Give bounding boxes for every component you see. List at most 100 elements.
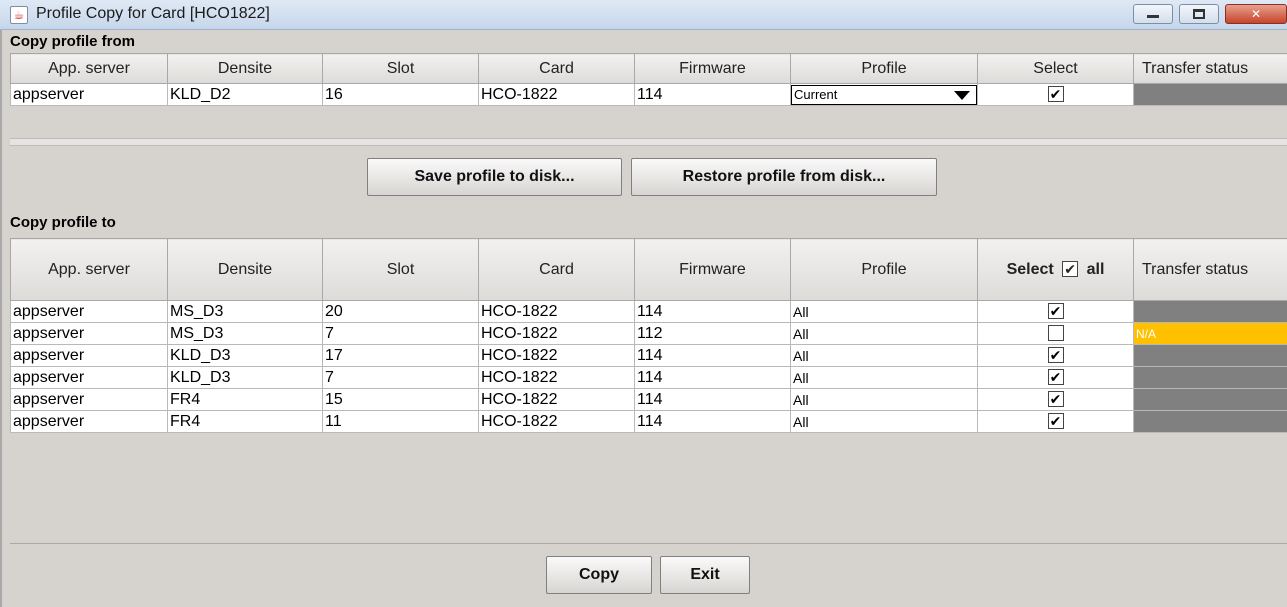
column-header[interactable]: Profile	[790, 53, 978, 84]
column-header[interactable]: Densite	[167, 238, 323, 301]
select-checkbox[interactable]: ✔	[1047, 413, 1064, 430]
column-header[interactable]: Card	[478, 53, 635, 84]
column-header[interactable]: App. server	[10, 238, 168, 301]
densite-cell: MS_D3	[167, 300, 323, 323]
transfer-status-cell	[1133, 300, 1287, 323]
app-server-cell: appserver	[10, 410, 168, 433]
table-header-row: App. server Densite Slot Card Firmware P…	[10, 53, 1287, 84]
slot-cell: 7	[322, 322, 479, 345]
firmware-cell: 114	[634, 344, 791, 367]
firmware-cell: 114	[634, 366, 791, 389]
card-cell: HCO-1822	[478, 410, 635, 433]
restore-profile-button[interactable]: Restore profile from disk...	[631, 158, 937, 196]
column-header[interactable]: Slot	[322, 238, 479, 301]
densite-cell: KLD_D3	[167, 366, 323, 389]
app-server-cell: appserver	[10, 83, 168, 106]
transfer-status-cell	[1133, 83, 1287, 106]
app-server-cell: appserver	[10, 388, 168, 411]
profile-copy-window: ☕ Profile Copy for Card [HCO1822] ✕ Copy…	[0, 0, 1287, 607]
profile-cell: Current	[790, 83, 978, 106]
window-title: Profile Copy for Card [HCO1822]	[36, 5, 270, 22]
densite-cell: KLD_D3	[167, 344, 323, 367]
firmware-cell: 114	[634, 388, 791, 411]
firmware-cell: 114	[634, 83, 791, 106]
copy-button[interactable]: Copy	[546, 556, 652, 594]
column-header[interactable]: Firmware	[634, 238, 791, 301]
select-all-label: all	[1086, 260, 1105, 278]
profile-cell: All	[790, 344, 978, 367]
transfer-status-cell	[1133, 388, 1287, 411]
transfer-status-cell	[1133, 410, 1287, 433]
table-row[interactable]: appserver KLD_D3 7 HCO-1822 114 All ✔	[10, 366, 1287, 389]
densite-cell: FR4	[167, 410, 323, 433]
column-header[interactable]: Slot	[322, 53, 479, 84]
table-row[interactable]: appserver KLD_D2 16 HCO-1822 114 Current…	[10, 83, 1287, 106]
dropdown-arrow-icon	[954, 90, 970, 100]
select-all-checkbox[interactable]: ✔	[1062, 261, 1079, 278]
profile-cell: All	[790, 322, 978, 345]
select-cell: ✔	[977, 388, 1134, 411]
select-checkbox[interactable]: ✔	[1047, 391, 1064, 408]
table-header-row: App. server Densite Slot Card Firmware P…	[10, 238, 1287, 301]
copy-to-table: App. server Densite Slot Card Firmware P…	[10, 238, 1287, 433]
save-profile-button[interactable]: Save profile to disk...	[367, 158, 622, 196]
title-bar[interactable]: ☕ Profile Copy for Card [HCO1822] ✕	[0, 0, 1287, 30]
exit-button[interactable]: Exit	[660, 556, 750, 594]
minimize-icon	[1147, 15, 1159, 18]
card-cell: HCO-1822	[478, 322, 635, 345]
slot-cell: 16	[322, 83, 479, 106]
column-header[interactable]: Transfer status	[1133, 53, 1287, 84]
column-header[interactable]: Card	[478, 238, 635, 301]
slot-cell: 7	[322, 366, 479, 389]
select-checkbox[interactable]: ✔	[1047, 303, 1064, 320]
app-server-cell: appserver	[10, 322, 168, 345]
select-checkbox[interactable]: ✔	[1047, 369, 1064, 386]
firmware-cell: 112	[634, 322, 791, 345]
table-row[interactable]: appserver MS_D3 7 HCO-1822 112 All N/A	[10, 322, 1287, 345]
app-server-cell: appserver	[10, 300, 168, 323]
slot-cell: 11	[322, 410, 479, 433]
densite-cell: KLD_D2	[167, 83, 323, 106]
profile-cell: All	[790, 410, 978, 433]
close-button[interactable]: ✕	[1225, 4, 1287, 24]
copy-from-table: App. server Densite Slot Card Firmware P…	[10, 53, 1287, 106]
select-cell: ✔	[977, 344, 1134, 367]
card-cell: HCO-1822	[478, 366, 635, 389]
select-all-header: Select ✔ all	[977, 238, 1134, 301]
transfer-status-cell: N/A	[1133, 322, 1287, 345]
table-row[interactable]: appserver MS_D3 20 HCO-1822 114 All ✔	[10, 300, 1287, 323]
column-header[interactable]: Densite	[167, 53, 323, 84]
column-header[interactable]: App. server	[10, 53, 168, 84]
slot-cell: 20	[322, 300, 479, 323]
table-empty-area	[10, 462, 1287, 544]
table-row[interactable]: appserver KLD_D3 17 HCO-1822 114 All ✔	[10, 344, 1287, 367]
maximize-icon	[1193, 9, 1205, 19]
column-header[interactable]: Transfer status	[1133, 238, 1287, 301]
slot-cell: 15	[322, 388, 479, 411]
densite-cell: FR4	[167, 388, 323, 411]
card-cell: HCO-1822	[478, 300, 635, 323]
minimize-button[interactable]	[1133, 4, 1173, 24]
profile-dropdown-value: Current	[794, 86, 838, 102]
select-cell: ✔	[977, 83, 1134, 106]
slot-cell: 17	[322, 344, 479, 367]
select-checkbox[interactable]: ✔	[1047, 86, 1064, 103]
table-scroll-strip[interactable]	[10, 138, 1287, 146]
column-header[interactable]: Firmware	[634, 53, 791, 84]
table-row[interactable]: appserver FR4 15 HCO-1822 114 All ✔	[10, 388, 1287, 411]
select-checkbox[interactable]: ✔	[1047, 347, 1064, 364]
select-cell	[977, 322, 1134, 345]
profile-dropdown[interactable]: Current	[791, 84, 977, 105]
app-server-cell: appserver	[10, 366, 168, 389]
select-cell: ✔	[977, 300, 1134, 323]
column-header[interactable]: Profile	[790, 238, 978, 301]
column-header[interactable]: Select	[977, 53, 1134, 84]
profile-cell: All	[790, 300, 978, 323]
firmware-cell: 114	[634, 300, 791, 323]
maximize-button[interactable]	[1179, 4, 1219, 24]
transfer-status-cell	[1133, 366, 1287, 389]
densite-cell: MS_D3	[167, 322, 323, 345]
table-row[interactable]: appserver FR4 11 HCO-1822 114 All ✔	[10, 410, 1287, 433]
close-icon: ✕	[1250, 7, 1262, 21]
select-checkbox[interactable]	[1047, 325, 1064, 342]
